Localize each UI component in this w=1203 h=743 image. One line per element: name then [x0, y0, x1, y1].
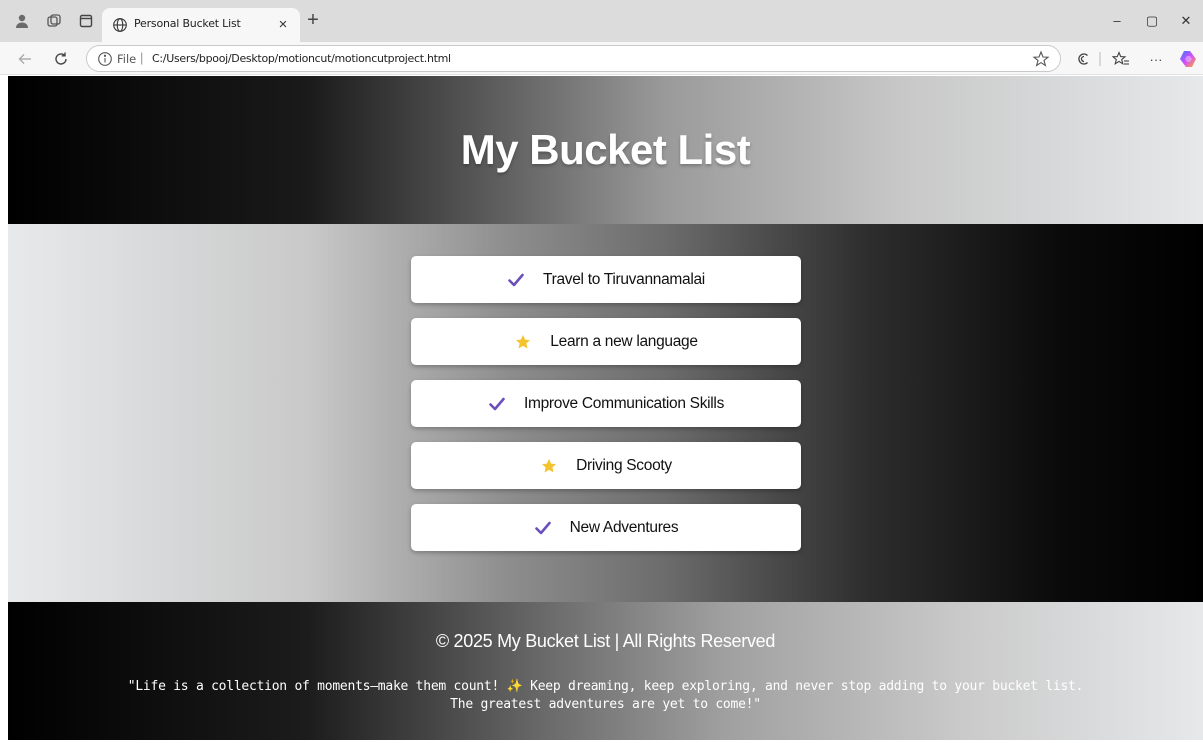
star-icon — [540, 457, 558, 475]
list-item: Driving Scooty — [411, 442, 801, 489]
footer-quote-line-2: The greatest adventures are yet to come!… — [450, 697, 761, 712]
list-item-text: New Adventures — [569, 518, 679, 536]
back-arrow-icon[interactable] — [14, 48, 36, 70]
close-window-button[interactable]: ✕ — [1176, 13, 1196, 31]
minimize-button[interactable]: – — [1107, 13, 1127, 31]
star-icon — [514, 333, 532, 351]
more-menu-icon[interactable]: ··· — [1145, 48, 1167, 70]
new-tab-button[interactable]: + — [303, 10, 323, 32]
url-separator: | — [140, 50, 144, 65]
favorite-star-icon[interactable] — [1032, 50, 1050, 68]
checkmark-icon — [507, 271, 525, 289]
list-item: Improve Communication Skills — [411, 380, 801, 427]
list-item: New Adventures — [411, 504, 801, 551]
bucket-list-section: Travel to Tiruvannamalai Learn a new lan… — [8, 224, 1203, 602]
page-title: My Bucket List — [460, 126, 751, 173]
footer-quote: "Life is a collection of moments—make th… — [68, 678, 1143, 714]
checkmark-icon — [488, 395, 506, 413]
refresh-icon[interactable] — [50, 48, 72, 70]
list-item: Travel to Tiruvannamalai — [411, 256, 801, 303]
globe-icon — [112, 17, 128, 33]
web-page: My Bucket List Travel to Tiruvannamalai … — [8, 76, 1203, 740]
list-item-text: Learn a new language — [550, 332, 698, 350]
tab-actions-icon[interactable] — [76, 11, 96, 31]
toolbar-divider — [1099, 48, 1101, 70]
page-header: My Bucket List — [8, 76, 1203, 224]
browser-tab[interactable]: Personal Bucket List × — [102, 8, 300, 42]
address-toolbar: File | C:/Users/bpooj/Desktop/motioncut/… — [0, 42, 1203, 75]
checkmark-icon — [534, 519, 552, 537]
browser-tab-bar: Personal Bucket List × + – ▢ ✕ — [0, 0, 1203, 42]
info-icon[interactable] — [97, 51, 113, 67]
copilot-icon[interactable] — [1177, 48, 1199, 70]
bucket-list: Travel to Tiruvannamalai Learn a new lan… — [411, 256, 801, 566]
list-item-text: Travel to Tiruvannamalai — [543, 270, 705, 288]
workspaces-icon[interactable] — [44, 11, 64, 31]
tab-title: Personal Bucket List — [134, 17, 241, 30]
tab-close-icon[interactable]: × — [274, 14, 292, 34]
list-item: Learn a new language — [411, 318, 801, 365]
footer-quote-line-1: "Life is a collection of moments—make th… — [127, 679, 1084, 694]
copyright-text: © 2025 My Bucket List | All Rights Reser… — [435, 631, 776, 651]
profile-icon[interactable] — [12, 11, 32, 31]
favorites-icon[interactable] — [1110, 48, 1132, 70]
list-item-text: Driving Scooty — [576, 456, 672, 474]
page-footer: © 2025 My Bucket List | All Rights Reser… — [8, 602, 1203, 740]
url-text[interactable]: C:/Users/bpooj/Desktop/motioncut/motionc… — [152, 52, 451, 65]
extensions-icon[interactable] — [1073, 48, 1095, 70]
url-scheme: File — [117, 52, 137, 66]
url-bar[interactable]: File | C:/Users/bpooj/Desktop/motioncut/… — [86, 45, 1061, 72]
maximize-button[interactable]: ▢ — [1142, 13, 1162, 31]
list-item-text: Improve Communication Skills — [523, 394, 725, 412]
